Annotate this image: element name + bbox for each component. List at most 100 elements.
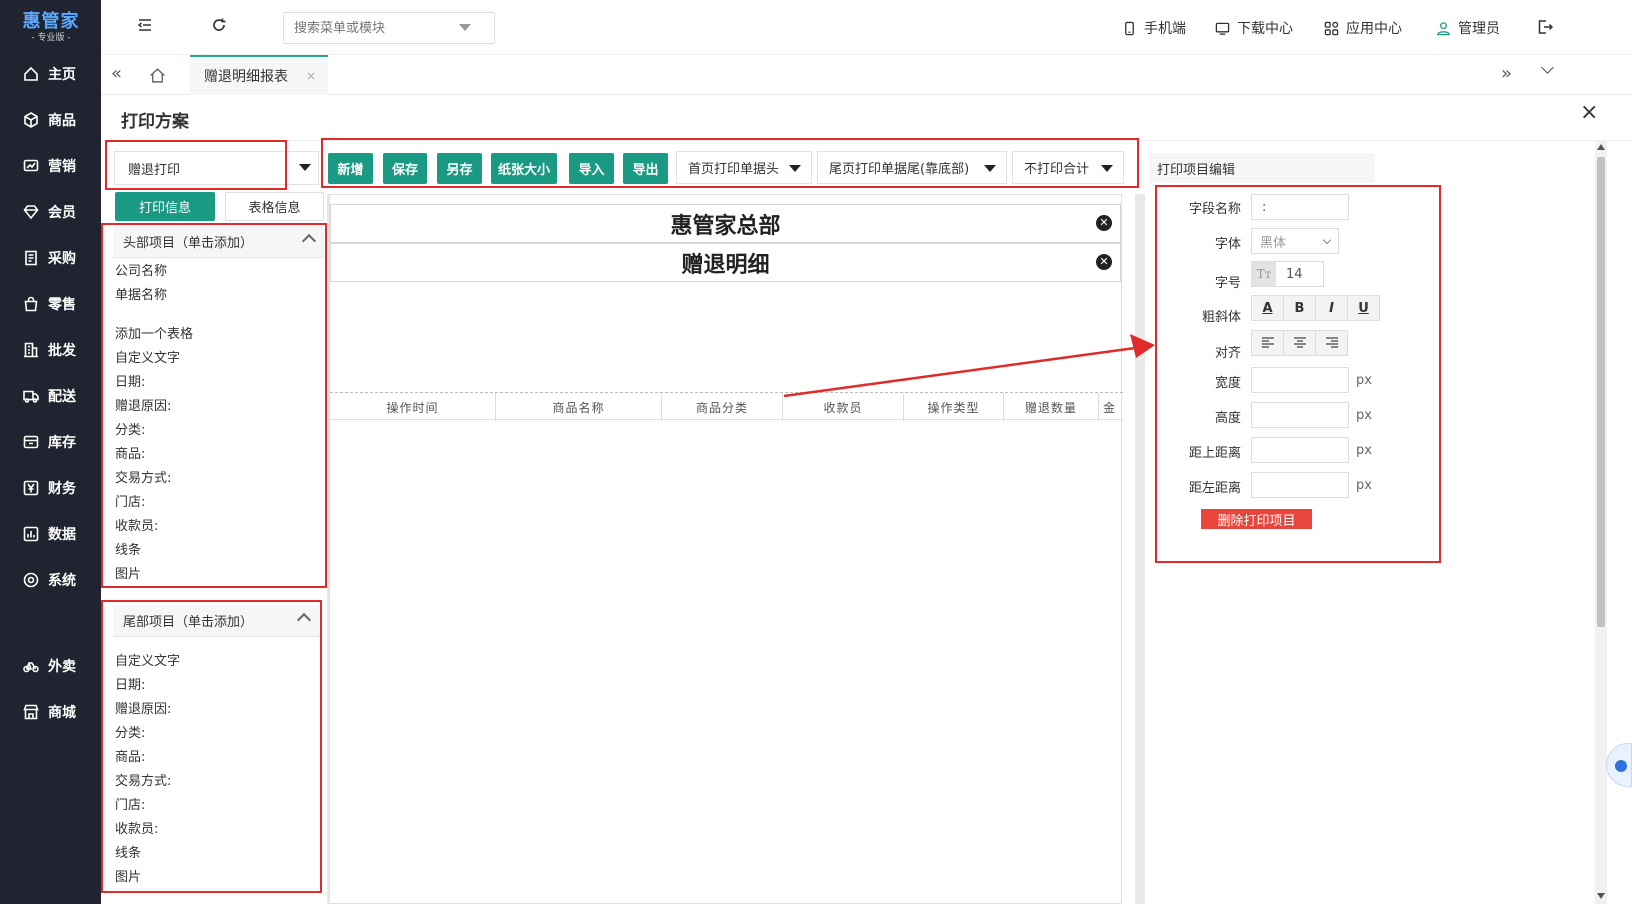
sidebar-item-label: 系统	[48, 573, 76, 589]
sidebar-item-finance[interactable]: 财务	[0, 468, 101, 508]
sidebar-item-wholesale[interactable]: 批发	[0, 330, 101, 370]
scroll-up-icon[interactable]	[1597, 144, 1605, 150]
app-logo[interactable]: 惠管家 - 专业版 -	[14, 12, 88, 48]
font-size-input[interactable]: Tт 14	[1251, 261, 1324, 287]
top-bar: 手机端 下载中心 应用中心 管理员	[101, 0, 1632, 55]
style-label: 粗斜体	[1201, 310, 1241, 325]
sidebar-item-purchase[interactable]: 采购	[0, 238, 101, 278]
font-color-button[interactable]: A	[1251, 295, 1284, 321]
sidebar-item-label: 商品	[48, 113, 76, 129]
close-dialog-icon[interactable]: ×	[1580, 102, 1598, 124]
yen-icon	[22, 479, 40, 497]
underline-button[interactable]: U	[1347, 295, 1380, 321]
tabs-scroll-right-icon[interactable]: »	[1501, 63, 1512, 84]
print-canvas[interactable]: 惠管家总部 ✕ 赠退明细 ✕ 操作时间 商品名称 商品分类 收款员 操作类型 赠退数…	[329, 194, 1123, 904]
width-input[interactable]	[1251, 367, 1349, 393]
table-col[interactable]: 商品分类	[662, 393, 783, 421]
sidebar-item-label: 财务	[48, 481, 76, 497]
tabs-menu-chevron-icon[interactable]	[1541, 61, 1554, 74]
align-left-button[interactable]	[1251, 330, 1284, 356]
sidebar: 惠管家 - 专业版 - 主页 商品 营销 会员 采购 零售 批发 配送 库存 财…	[0, 0, 101, 904]
tab-gift-return-report[interactable]: 赠退明细报表 ×	[190, 55, 328, 95]
diamond-icon	[22, 203, 40, 221]
sidebar-item-retail[interactable]: 零售	[0, 284, 101, 324]
sidebar-item-inventory[interactable]: 库存	[0, 422, 101, 462]
gear-icon	[22, 571, 40, 589]
scrollbar-thumb[interactable]	[1597, 157, 1605, 627]
sidebar-item-label: 配送	[48, 389, 76, 405]
width-label: 宽度	[1214, 376, 1241, 391]
store-icon	[22, 703, 40, 721]
tab-close-icon[interactable]: ×	[306, 69, 316, 83]
align-center-button[interactable]	[1283, 330, 1316, 356]
remove-company-icon[interactable]: ✕	[1096, 215, 1112, 231]
search-dropdown-caret-icon[interactable]	[459, 24, 471, 31]
align-right-icon	[1325, 337, 1338, 348]
home-tab-icon[interactable]	[149, 67, 166, 88]
highlight-footer-items	[101, 600, 322, 893]
height-input[interactable]	[1251, 402, 1349, 428]
sidebar-item-label: 零售	[48, 297, 76, 313]
sidebar-item-home[interactable]: 主页	[0, 54, 101, 94]
table-col[interactable]: 操作时间	[330, 393, 496, 421]
tab-table-info[interactable]: 表格信息	[225, 192, 324, 221]
align-right-button[interactable]	[1315, 330, 1348, 356]
scrollbar[interactable]	[1595, 141, 1607, 904]
sidebar-item-label: 采购	[48, 251, 76, 267]
align-label: 对齐	[1214, 346, 1241, 361]
scheme-caret-icon[interactable]	[299, 164, 311, 171]
doc-title-band[interactable]: 赠退明细 ✕	[330, 243, 1121, 282]
sidebar-item-data[interactable]: 数据	[0, 514, 101, 554]
company-name-band[interactable]: 惠管家总部 ✕	[330, 204, 1121, 243]
sidebar-item-label: 商城	[48, 705, 76, 721]
user-label: 管理员	[1458, 21, 1500, 37]
field-name-label: 字段名称	[1188, 202, 1241, 217]
table-col[interactable]: 商品名称	[496, 393, 662, 421]
sidebar-item-mall[interactable]: 商城	[0, 692, 101, 732]
sidebar-item-system[interactable]: 系统	[0, 560, 101, 600]
font-value: 黑体	[1260, 235, 1287, 251]
menu-toggle-icon[interactable]	[137, 17, 153, 37]
sidebar-item-label: 库存	[48, 435, 76, 451]
italic-button[interactable]: I	[1315, 295, 1348, 321]
logo-text: 惠管家	[22, 11, 80, 32]
bike-icon	[22, 657, 40, 675]
building-icon	[22, 341, 40, 359]
assistant-widget[interactable]	[1606, 743, 1632, 787]
tab-print-info[interactable]: 打印信息	[115, 192, 215, 221]
sidebar-item-label: 营销	[48, 159, 76, 175]
app-center-link[interactable]: 应用中心	[1324, 18, 1402, 38]
font-size-label: 字号	[1214, 276, 1241, 291]
sidebar-item-marketing[interactable]: 营销	[0, 146, 101, 186]
chevron-down-icon	[1322, 235, 1332, 245]
sidebar-item-goods[interactable]: 商品	[0, 100, 101, 140]
remove-title-icon[interactable]: ✕	[1096, 254, 1112, 270]
bold-button[interactable]: B	[1283, 295, 1316, 321]
assistant-eye-icon	[1615, 760, 1627, 772]
font-select[interactable]: 黑体	[1251, 228, 1339, 254]
refresh-icon[interactable]	[211, 17, 227, 37]
delete-print-item-button[interactable]: 删除打印项目	[1201, 509, 1312, 529]
sidebar-item-label: 主页	[48, 67, 76, 83]
left-offset-input[interactable]	[1251, 472, 1349, 498]
truck-icon	[22, 387, 40, 405]
chart-icon	[22, 157, 40, 175]
company-name-text: 惠管家总部	[670, 213, 781, 239]
logout-icon[interactable]	[1537, 19, 1554, 39]
download-center-link[interactable]: 下载中心	[1215, 18, 1293, 38]
align-left-icon	[1261, 337, 1274, 348]
tabs-scroll-left-icon[interactable]: «	[111, 63, 122, 84]
sidebar-item-takeout[interactable]: 外卖	[0, 646, 101, 686]
user-menu[interactable]: 管理员	[1436, 18, 1500, 38]
left-offset-label: 距左距离	[1188, 481, 1241, 496]
sidebar-item-delivery[interactable]: 配送	[0, 376, 101, 416]
top-offset-unit: px	[1356, 443, 1372, 458]
mobile-link[interactable]: 手机端	[1122, 18, 1186, 38]
height-label: 高度	[1214, 411, 1241, 426]
tab-bar: « 赠退明细报表 × »	[101, 55, 1632, 95]
sidebar-item-member[interactable]: 会员	[0, 192, 101, 232]
top-offset-input[interactable]	[1251, 437, 1349, 463]
highlight-toolbar	[321, 138, 1139, 188]
scroll-down-icon[interactable]	[1597, 893, 1605, 899]
field-name-input[interactable]: :	[1251, 194, 1349, 220]
